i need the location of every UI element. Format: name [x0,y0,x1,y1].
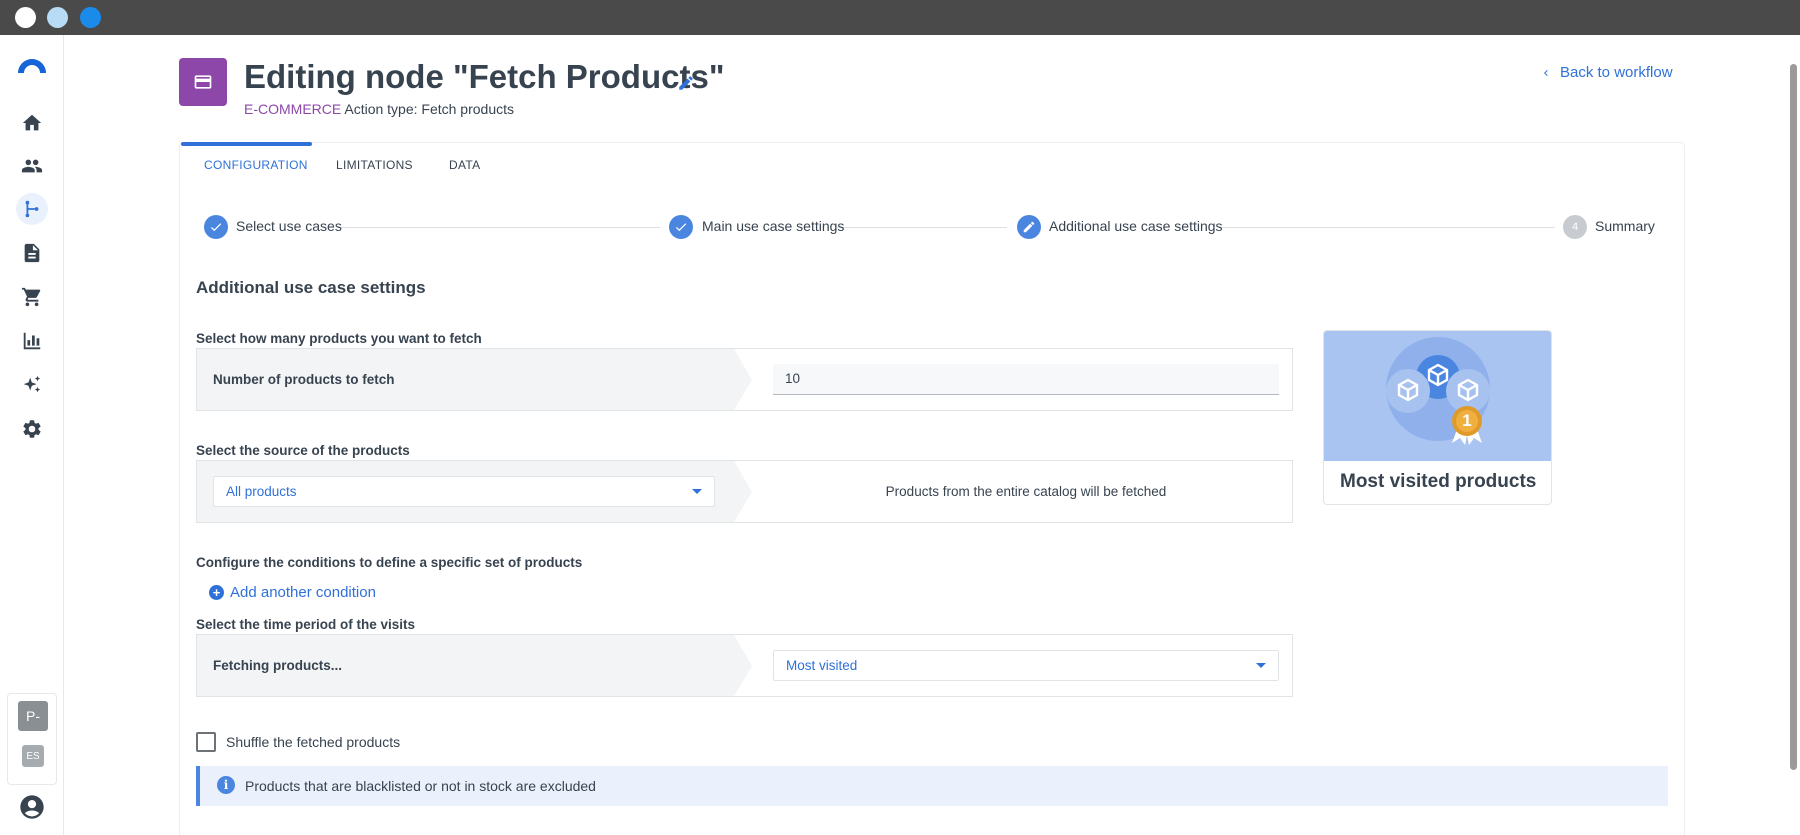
sidebar: P- ES [0,35,64,835]
stepper-connector [1219,227,1555,228]
page-title: Editing node "Fetch Products" [244,58,725,95]
language-badge[interactable]: ES [22,745,44,767]
time-period-label: Select the time period of the visits [196,617,416,632]
people-icon [21,159,43,173]
step-4-label[interactable]: Summary [1595,218,1655,234]
tab-configuration[interactable]: CONFIGURATION [204,158,308,172]
logo-icon [18,59,46,73]
app-logo[interactable] [16,55,48,75]
source-description: Products from the entire catalog will be… [885,484,1167,499]
use-case-title: Most visited products [1340,471,1537,492]
source-select-value: All products [226,484,297,499]
sidebar-item-people[interactable] [16,150,48,182]
source-row: All products Products from the entire ca… [196,460,1293,523]
node-category: E-COMMERCE [244,101,342,117]
rank-badge: 1 [1462,411,1472,430]
time-period-row-label: Fetching products... [213,658,343,673]
sidebar-item-documents[interactable] [16,237,48,269]
sidebar-item-ecommerce[interactable] [16,281,48,313]
info-icon: i [217,776,235,794]
home-icon [22,114,42,131]
pencil-icon [679,76,693,90]
products-count-row-label: Number of products to fetch [213,372,395,387]
shuffle-label[interactable]: Shuffle the fetched products [226,734,400,750]
time-period-select[interactable]: Most visited [773,650,1279,681]
pencil-icon [1023,221,1035,233]
edit-title-button[interactable] [677,74,695,92]
sidebar-item-workflow[interactable] [16,193,48,225]
sidebar-item-ai[interactable] [16,369,48,401]
check-icon [675,223,687,232]
workflow-icon [25,200,39,218]
stepper-connector [338,227,660,228]
most-visited-illustration-icon [1386,337,1490,445]
step-2-indicator[interactable] [669,215,693,239]
window-close-button[interactable] [15,7,36,28]
chevron-down-icon [1256,663,1266,668]
time-period-select-value: Most visited [786,658,858,673]
info-banner: i Products that are blacklisted or not i… [196,766,1668,806]
shuffle-checkbox[interactable] [196,732,216,752]
conditions-label: Configure the conditions to define a spe… [196,555,583,570]
node-type-icon [179,58,227,106]
step-2-label[interactable]: Main use case settings [702,218,844,234]
add-condition-label: Add another condition [230,584,376,601]
row-arrow [734,461,752,522]
step-3-indicator[interactable] [1017,215,1041,239]
window-minimize-button[interactable] [47,7,68,28]
document-icon [24,243,40,263]
sidebar-item-settings[interactable] [16,413,48,445]
sparkle-icon [23,375,41,393]
tab-data[interactable]: DATA [449,158,480,172]
workspace-avatar[interactable]: P- [18,701,48,731]
chevron-left-icon [1544,69,1548,76]
stepper-connector [837,227,1007,228]
use-case-illustration: 1 [1324,331,1551,461]
products-count-row: Number of products to fetch 10 [196,348,1293,411]
cart-icon [21,287,41,307]
page-scrollbar[interactable] [1790,64,1797,770]
row-arrow [734,349,752,410]
node-subtitle: E-COMMERCE Action type: Fetch products [244,101,514,117]
step-3-label[interactable]: Additional use case settings [1049,218,1223,234]
account-circle-icon [20,795,44,819]
check-icon [210,223,222,232]
add-circle-icon: + [209,585,224,600]
window-title-bar [0,0,1800,35]
time-period-row: Fetching products... Most visited [196,634,1293,697]
analytics-icon [23,332,41,350]
workspace-switcher[interactable]: P- ES [7,693,57,785]
section-heading: Additional use case settings [196,278,426,297]
tab-limitations[interactable]: LIMITATIONS [336,158,413,172]
sidebar-item-profile[interactable] [18,793,46,821]
source-label: Select the source of the products [196,443,410,458]
sidebar-item-analytics[interactable] [16,325,48,357]
back-to-workflow-link[interactable]: Back to workflow [1540,64,1673,81]
window-maximize-button[interactable] [80,7,101,28]
info-text: Products that are blacklisted or not in … [245,778,596,794]
sidebar-item-home[interactable] [16,107,48,139]
add-condition-button[interactable]: + Add another condition [209,584,376,601]
step-4-indicator[interactable]: 4 [1563,215,1587,239]
products-count-input[interactable]: 10 [773,364,1279,395]
use-case-card[interactable]: 1 Most visited products [1323,330,1552,505]
back-link-label: Back to workflow [1560,64,1673,81]
row-arrow [734,635,752,696]
node-action-type: Action type: Fetch products [344,101,514,117]
chevron-down-icon [692,489,702,494]
gear-icon [23,420,41,438]
step-1-indicator[interactable] [204,215,228,239]
products-count-label: Select how many products you want to fet… [196,331,482,346]
step-1-label[interactable]: Select use cases [236,218,342,234]
active-tab-indicator [181,142,312,146]
credit-card-icon [194,75,212,89]
source-select[interactable]: All products [213,476,715,507]
